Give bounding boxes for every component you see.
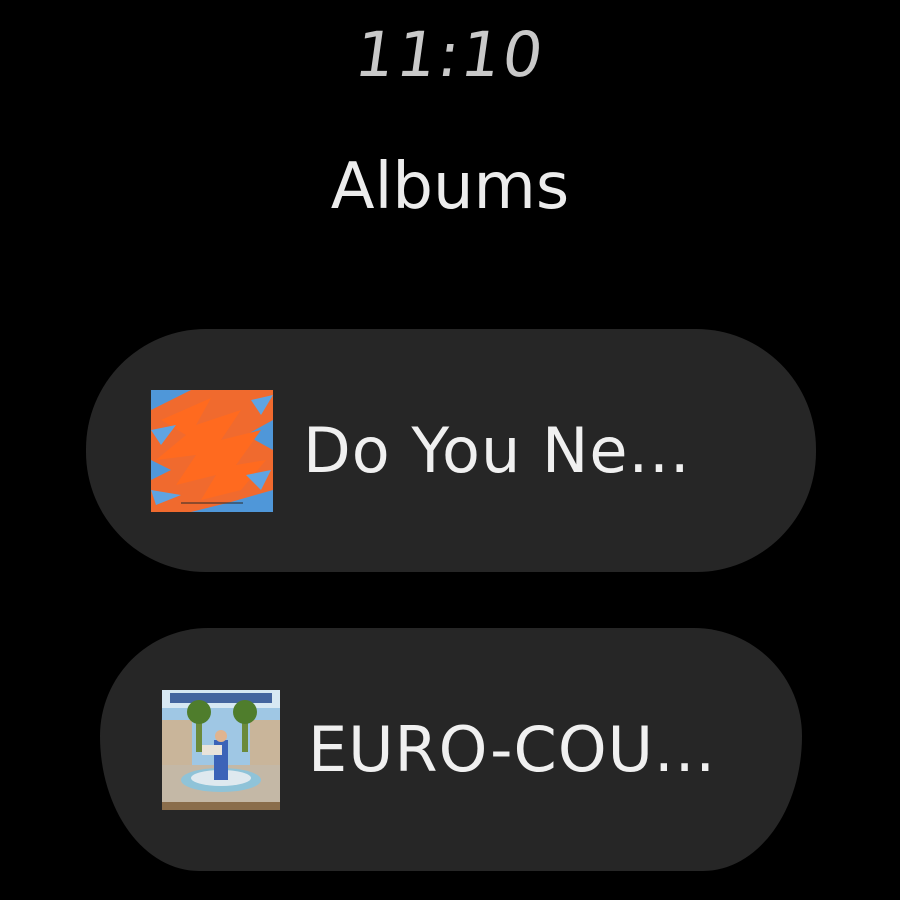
album-chip-euro-country[interactable]: EURO-COU... bbox=[100, 628, 802, 871]
clock: 11:10 bbox=[350, 18, 550, 91]
album-art-orange-blue bbox=[151, 389, 273, 512]
album-art-euro-country bbox=[162, 689, 280, 810]
watch-screen: 11:10 Albums Do You Ne... EURO-COU... bbox=[0, 0, 900, 900]
album-title: EURO-COU... bbox=[308, 713, 717, 786]
album-title: Do You Ne... bbox=[303, 414, 691, 487]
album-chip-do-you-need[interactable]: Do You Ne... bbox=[86, 329, 816, 572]
page-title: Albums bbox=[330, 150, 570, 224]
